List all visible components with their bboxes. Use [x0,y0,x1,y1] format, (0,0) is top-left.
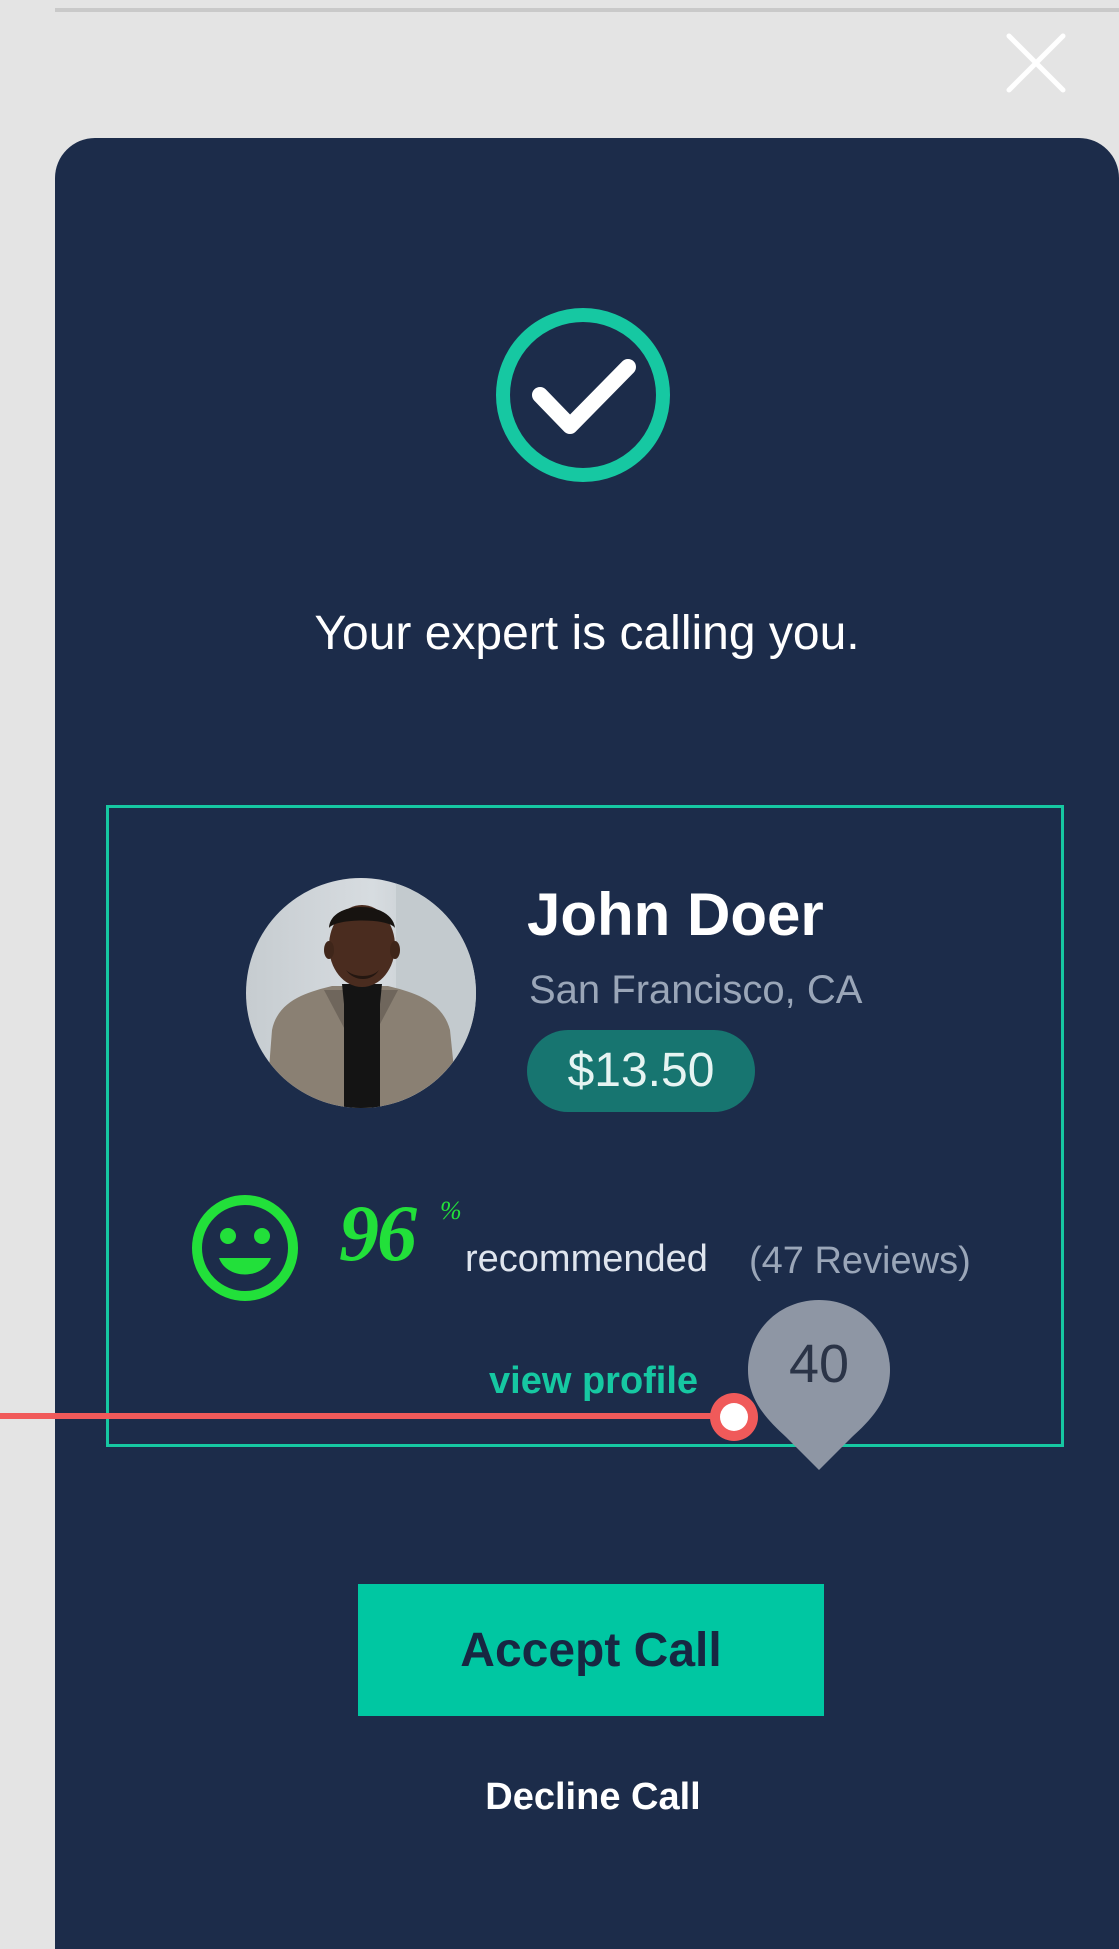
annotation-value-tooltip: 40 [744,1295,894,1475]
annotation-guide-line [0,1413,738,1419]
view-profile-link[interactable]: view profile [489,1360,698,1403]
close-icon [1006,33,1066,93]
checkmark-circle-icon [493,305,673,485]
modal-headline: Your expert is calling you. [314,607,860,660]
close-button[interactable] [1005,32,1067,94]
rating-percent-sign: % [440,1196,462,1225]
smiley-face-icon [189,1192,301,1304]
expert-avatar [246,878,476,1108]
accept-call-button[interactable]: Accept Call [358,1584,824,1716]
reviews-count[interactable]: (47 Reviews) [749,1240,971,1283]
rating-percent: 96 [339,1190,417,1278]
expert-name: John Doer [527,881,824,948]
top-divider [55,8,1119,12]
decline-call-link[interactable]: Decline Call [55,1776,1119,1819]
price-badge: $13.50 [527,1030,755,1112]
incoming-call-modal: Your expert is calling you. John Doer Sa… [55,138,1119,1949]
annotation-value: 40 [788,1334,850,1394]
expert-card: John Doer San Francisco, CA $13.50 96 % … [106,805,1064,1447]
recommended-label: recommended [465,1238,708,1280]
expert-location: San Francisco, CA [529,968,863,1012]
